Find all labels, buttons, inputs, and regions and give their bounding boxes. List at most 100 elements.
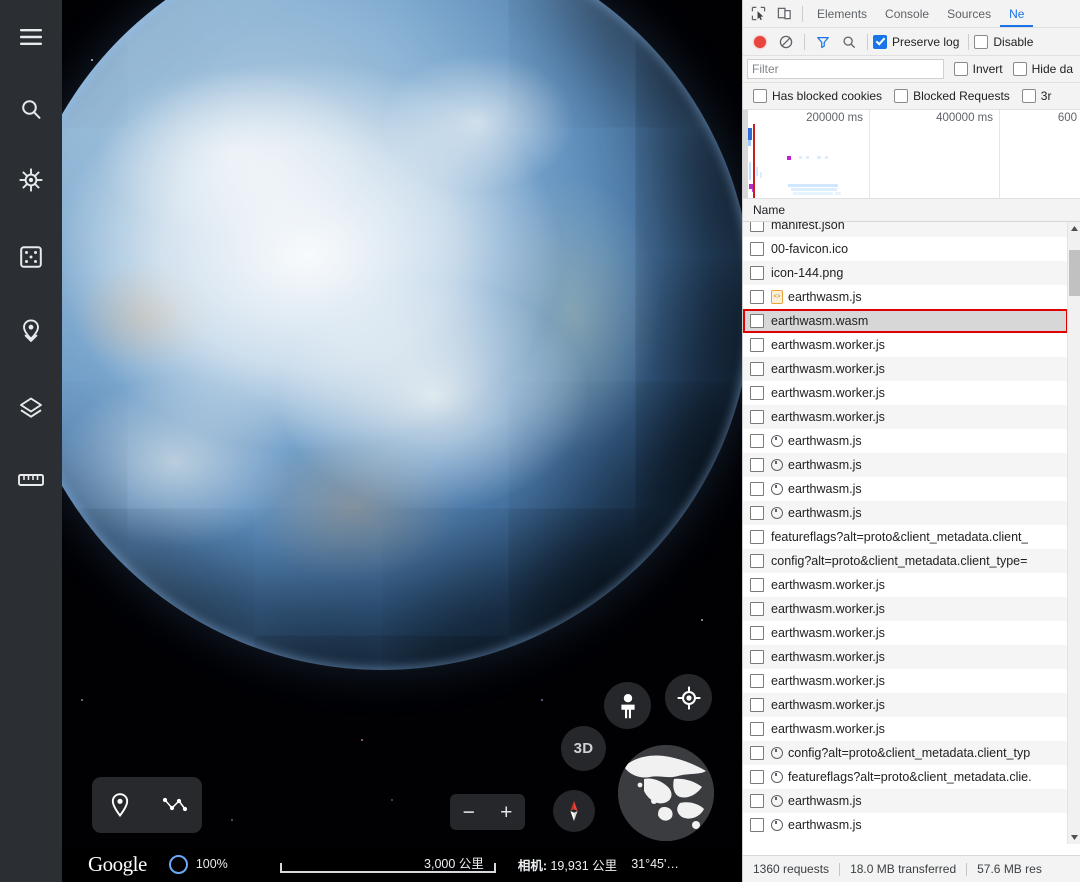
request-row[interactable]: earthwasm.worker.js	[743, 357, 1068, 381]
request-row-checkbox[interactable]	[750, 338, 764, 352]
request-row[interactable]: <> earthwasm.js	[743, 285, 1068, 309]
request-row[interactable]: icon-144.png	[743, 261, 1068, 285]
request-row-checkbox[interactable]	[750, 482, 764, 496]
request-row[interactable]: earthwasm.worker.js	[743, 645, 1068, 669]
request-row-checkbox[interactable]	[750, 530, 764, 544]
tab-elements[interactable]: Elements	[808, 1, 876, 27]
request-row-checkbox[interactable]	[750, 266, 764, 280]
request-row[interactable]: earthwasm.js	[743, 477, 1068, 501]
blocked-requests-checkbox[interactable]: Blocked Requests	[894, 89, 1010, 103]
request-row[interactable]: manifest.json	[743, 222, 1068, 237]
tab-sources[interactable]: Sources	[938, 1, 1000, 27]
my-location-button[interactable]	[665, 674, 712, 721]
request-row-checkbox[interactable]	[750, 602, 764, 616]
request-row-checkbox[interactable]	[750, 410, 764, 424]
request-row[interactable]: earthwasm.js	[743, 789, 1068, 813]
layers-icon[interactable]	[0, 383, 62, 433]
search-button[interactable]	[836, 29, 862, 55]
request-row-checkbox[interactable]	[750, 506, 764, 520]
menu-icon[interactable]	[0, 12, 62, 62]
request-row-checkbox[interactable]	[750, 674, 764, 688]
request-row[interactable]: earthwasm.worker.js	[743, 717, 1068, 741]
has-blocked-cookies-checkbox[interactable]: Has blocked cookies	[753, 89, 882, 103]
inspect-element-icon[interactable]	[745, 1, 771, 27]
request-row-checkbox[interactable]	[750, 770, 764, 784]
overview-minimap[interactable]	[618, 745, 714, 841]
street-view-pegman-button[interactable]	[604, 682, 651, 729]
network-requests-list[interactable]: manifest.json 00-favicon.ico icon-144.png <…	[743, 222, 1080, 844]
network-overview-timeline[interactable]: 200000 ms 400000 ms 600	[743, 110, 1080, 199]
request-row-checkbox[interactable]	[750, 698, 764, 712]
projects-icon[interactable]	[0, 306, 62, 356]
scrollbar-up-arrow-icon[interactable]	[1068, 222, 1080, 235]
scrollbar-down-arrow-icon[interactable]	[1068, 831, 1080, 844]
request-row-checkbox[interactable]	[750, 746, 764, 760]
request-row-checkbox[interactable]	[750, 722, 764, 736]
invert-checkbox[interactable]: Invert	[953, 62, 1003, 76]
request-row[interactable]: earthwasm.worker.js	[743, 381, 1068, 405]
request-row[interactable]: earthwasm.js	[743, 429, 1068, 453]
preserve-log-checkbox[interactable]: Preserve log	[873, 34, 959, 49]
requests-scrollbar[interactable]	[1067, 222, 1080, 844]
hide-data-urls-checkbox-box	[1012, 62, 1027, 76]
third-party-checkbox[interactable]: 3r	[1021, 89, 1051, 103]
overview-left-grip[interactable]	[743, 110, 748, 198]
request-row-checkbox[interactable]	[750, 554, 764, 568]
earth-3d-viewport[interactable]	[62, 0, 742, 882]
network-filter-row: Invert Hide da	[743, 56, 1080, 83]
request-row-checkbox[interactable]	[750, 458, 764, 472]
request-row[interactable]: earthwasm.worker.js	[743, 621, 1068, 645]
feeling-lucky-icon[interactable]	[0, 232, 62, 282]
request-row-checkbox[interactable]	[750, 794, 764, 808]
request-row-checkbox[interactable]	[750, 386, 764, 400]
request-row[interactable]: earthwasm.worker.js	[743, 693, 1068, 717]
request-row-checkbox[interactable]	[750, 818, 764, 832]
request-row-checkbox[interactable]	[750, 434, 764, 448]
tab-console[interactable]: Console	[876, 1, 938, 27]
request-row[interactable]: earthwasm.worker.js	[743, 669, 1068, 693]
request-row[interactable]: earthwasm.worker.js	[743, 573, 1068, 597]
disable-cache-checkbox[interactable]: Disable	[974, 34, 1033, 49]
request-row[interactable]: earthwasm.js	[743, 501, 1068, 525]
compass-button[interactable]	[553, 790, 595, 832]
request-row-checkbox[interactable]	[750, 290, 764, 304]
request-row[interactable]: config?alt=proto&client_metadata.client_…	[743, 741, 1068, 765]
voyager-icon[interactable]	[0, 155, 62, 205]
clear-button[interactable]	[773, 29, 799, 55]
request-row[interactable]: earthwasm.worker.js	[743, 405, 1068, 429]
request-row[interactable]: config?alt=proto&client_metadata.client_…	[743, 549, 1068, 573]
request-row[interactable]: earthwasm.wasm	[743, 309, 1068, 333]
request-row-checkbox[interactable]	[750, 362, 764, 376]
network-toolbar: Preserve log Disable	[743, 28, 1080, 56]
add-placemark-button[interactable]	[98, 783, 142, 827]
request-row-checkbox[interactable]	[750, 242, 764, 256]
tab-network[interactable]: Ne	[1000, 1, 1033, 27]
toggle-3d-button[interactable]: 3D	[561, 726, 606, 771]
request-row-checkbox[interactable]	[750, 314, 764, 328]
hide-data-urls-checkbox[interactable]: Hide da	[1012, 62, 1073, 76]
request-row[interactable]: earthwasm.js	[743, 453, 1068, 477]
request-name: earthwasm.js	[788, 794, 862, 808]
record-button[interactable]	[747, 29, 773, 55]
scrollbar-thumb[interactable]	[1069, 250, 1080, 296]
request-row[interactable]: 00-favicon.ico	[743, 237, 1068, 261]
add-path-button[interactable]	[153, 783, 197, 827]
overview-divider	[999, 110, 1000, 198]
request-row[interactable]: featureflags?alt=proto&client_metadata.c…	[743, 525, 1068, 549]
requests-name-column-header[interactable]: Name	[743, 199, 1080, 222]
request-row-checkbox[interactable]	[750, 578, 764, 592]
search-icon[interactable]	[0, 84, 62, 134]
request-row[interactable]: earthwasm.worker.js	[743, 597, 1068, 621]
request-row-checkbox[interactable]	[750, 650, 764, 664]
request-row[interactable]: earthwasm.js	[743, 813, 1068, 837]
request-row-checkbox[interactable]	[750, 222, 764, 232]
zoom-in-button[interactable]: +	[491, 802, 521, 823]
device-toolbar-icon[interactable]	[771, 1, 797, 27]
request-row-checkbox[interactable]	[750, 626, 764, 640]
request-row[interactable]: earthwasm.worker.js	[743, 333, 1068, 357]
zoom-out-button[interactable]: −	[454, 802, 484, 823]
filter-input[interactable]	[747, 59, 944, 79]
measure-icon[interactable]	[0, 455, 62, 505]
filter-toggle-button[interactable]	[810, 29, 836, 55]
request-row[interactable]: featureflags?alt=proto&client_metadata.c…	[743, 765, 1068, 789]
